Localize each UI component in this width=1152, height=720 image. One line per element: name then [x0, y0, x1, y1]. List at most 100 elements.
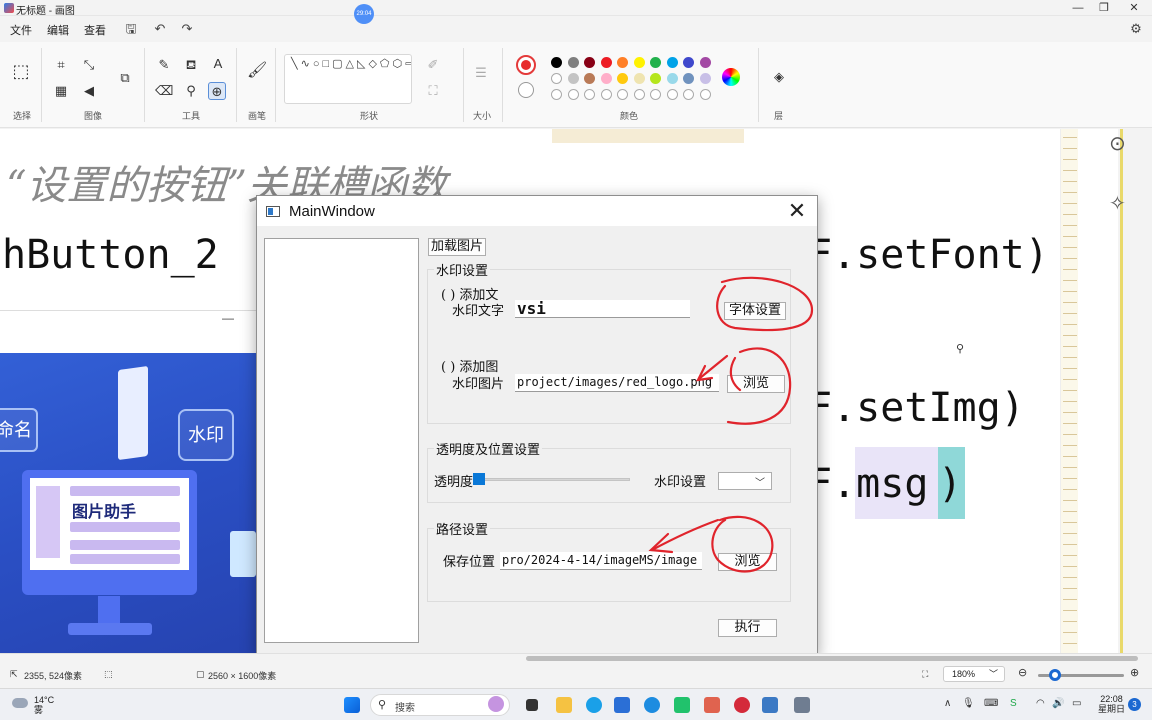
zoom-in-icon[interactable]: ⊕ — [1130, 666, 1139, 679]
fit-window-icon[interactable]: ⛶ — [922, 669, 928, 680]
load-image-button[interactable]: 加载图片 — [428, 238, 486, 256]
qt-app-icon[interactable] — [794, 697, 810, 713]
select-rect-icon[interactable]: ⬚ — [12, 62, 30, 80]
color-swatch[interactable] — [666, 73, 678, 84]
color-swatch[interactable] — [650, 57, 661, 68]
brush-icon[interactable]: 🖌 — [247, 62, 267, 80]
netease-music-icon[interactable] — [734, 697, 750, 713]
horizontal-scrollbar[interactable] — [526, 656, 1138, 661]
app-tray-icon[interactable]: S — [1010, 698, 1017, 709]
main-window-close-icon[interactable]: ✕ — [783, 199, 811, 223]
color-swatch[interactable] — [567, 73, 579, 84]
custom-color-slot[interactable] — [551, 89, 562, 100]
color-swatch[interactable] — [699, 73, 711, 84]
watermark-image-path-input[interactable]: project/images/red_logo.png — [515, 374, 719, 392]
color-swatch[interactable] — [551, 73, 562, 84]
maximize-icon[interactable]: ❐ — [1090, 0, 1118, 16]
color-swatch[interactable] — [584, 73, 595, 84]
battery-icon[interactable]: ▭ — [1072, 698, 1081, 709]
shapes-gallery[interactable]: ╲∿○□▢△◺◇⬠⬡⇨⇦⇧⇩✧☆✡▭◯◌♡☇ — [284, 54, 412, 104]
menu-file[interactable]: 文件 — [10, 22, 32, 38]
pencil-icon[interactable]: ✎ — [155, 56, 173, 74]
task-view-icon[interactable] — [526, 699, 538, 711]
redo-icon[interactable]: ↷ — [178, 20, 196, 38]
browse-image-button[interactable]: 浏览 — [727, 375, 785, 393]
python-app-icon[interactable] — [762, 697, 778, 713]
zoom-select[interactable]: 180% ﹀ — [943, 666, 1005, 682]
zoom-out-icon[interactable]: ⊖ — [1018, 666, 1027, 679]
color-swatch[interactable] — [567, 57, 579, 68]
color-swatch[interactable] — [666, 57, 678, 68]
color-swatch[interactable] — [633, 57, 645, 68]
primary-color-swatch[interactable] — [516, 55, 536, 75]
custom-color-slot[interactable] — [567, 89, 579, 100]
input-method-icon[interactable]: ⌨ — [984, 698, 998, 709]
menu-view[interactable]: 查看 — [84, 22, 106, 38]
color-swatch[interactable] — [617, 57, 628, 68]
color-swatch[interactable] — [600, 57, 612, 68]
settings-gear-icon[interactable]: ⚙ — [1127, 20, 1145, 38]
volume-icon[interactable]: 🔊 — [1052, 698, 1064, 709]
wifi-icon[interactable]: ◠ — [1036, 698, 1045, 709]
custom-color-slot[interactable] — [633, 89, 645, 100]
magnifier-icon[interactable]: ⊕ — [208, 82, 226, 100]
start-windows-icon[interactable] — [344, 697, 360, 713]
custom-color-slot[interactable] — [666, 89, 678, 100]
image-list[interactable] — [264, 238, 419, 643]
layers-icon[interactable]: ◈ — [770, 68, 788, 86]
todesk-icon[interactable] — [614, 697, 630, 713]
color-swatch[interactable] — [584, 57, 595, 68]
notification-badge[interactable]: 3 — [1128, 698, 1141, 711]
browse-save-button[interactable]: 浏览 — [718, 553, 777, 571]
opacity-slider-track[interactable] — [475, 478, 630, 481]
copilot-sparkle-icon[interactable]: ✧ — [1109, 191, 1126, 216]
grid-icon[interactable]: ▦ — [52, 82, 70, 100]
crop-icon[interactable]: ⌗ — [52, 56, 70, 74]
watermark-position-combo[interactable]: ﹀ — [718, 472, 772, 490]
save-location-input[interactable]: pro/2024-4-14/imageMS/image — [500, 552, 702, 570]
edit-colors-icon[interactable] — [722, 68, 740, 86]
outline-icon[interactable]: ✐ — [424, 56, 442, 74]
color-swatch[interactable] — [600, 73, 612, 84]
undo-icon[interactable]: ↶ — [151, 20, 169, 38]
microphone-icon[interactable]: 🎙 — [962, 698, 975, 709]
menu-edit[interactable]: 编辑 — [47, 22, 69, 38]
weather-widget[interactable]: 14°C 雾 — [12, 695, 54, 715]
eraser-icon[interactable]: ⌫ — [155, 82, 173, 100]
secondary-color-swatch[interactable] — [518, 82, 534, 98]
pycharm-icon[interactable] — [674, 697, 690, 713]
tray-chevron-icon[interactable]: ∧ — [944, 698, 951, 709]
color-swatch[interactable] — [650, 73, 661, 84]
watermark-text-input[interactable]: vsi — [515, 300, 690, 318]
color-swatch[interactable] — [699, 57, 711, 68]
fill-bucket-icon[interactable]: ⛾ — [182, 56, 200, 74]
color-swatch[interactable] — [633, 73, 645, 84]
custom-color-slot[interactable] — [600, 89, 612, 100]
edge-browser-icon[interactable] — [586, 697, 602, 713]
paint-taskbar-icon[interactable] — [704, 697, 720, 713]
taskbar-clock[interactable]: 22:08 星期日 — [1098, 694, 1125, 714]
size-icon[interactable]: ☰ — [472, 64, 490, 82]
color-swatch[interactable] — [683, 73, 694, 84]
color-swatch[interactable] — [617, 73, 628, 84]
image-select-icon[interactable]: ⧉ — [116, 69, 134, 87]
opacity-slider-handle[interactable] — [473, 473, 485, 485]
custom-color-slot[interactable] — [650, 89, 661, 100]
custom-color-slot[interactable] — [584, 89, 595, 100]
rotate-icon[interactable]: ◀ — [80, 82, 98, 100]
text-tool-icon[interactable]: A — [209, 55, 227, 73]
save-icon[interactable]: 🖫 — [122, 20, 140, 38]
color-swatch[interactable] — [551, 57, 562, 68]
resize-icon[interactable]: ⤡ — [80, 56, 98, 74]
custom-color-slot[interactable] — [617, 89, 628, 100]
custom-color-slot[interactable] — [699, 89, 711, 100]
edge-icon[interactable] — [644, 697, 660, 713]
file-explorer-icon[interactable] — [556, 697, 572, 713]
minimize-icon[interactable]: — — [1064, 0, 1092, 16]
background-minimize-icon[interactable]: — — [222, 311, 234, 325]
execute-button[interactable]: 执行 — [718, 619, 777, 637]
zoom-slider-knob[interactable] — [1049, 669, 1061, 681]
font-settings-button[interactable]: 字体设置 — [724, 302, 786, 320]
custom-color-slot[interactable] — [683, 89, 694, 100]
close-icon[interactable]: ✕ — [1120, 0, 1148, 16]
